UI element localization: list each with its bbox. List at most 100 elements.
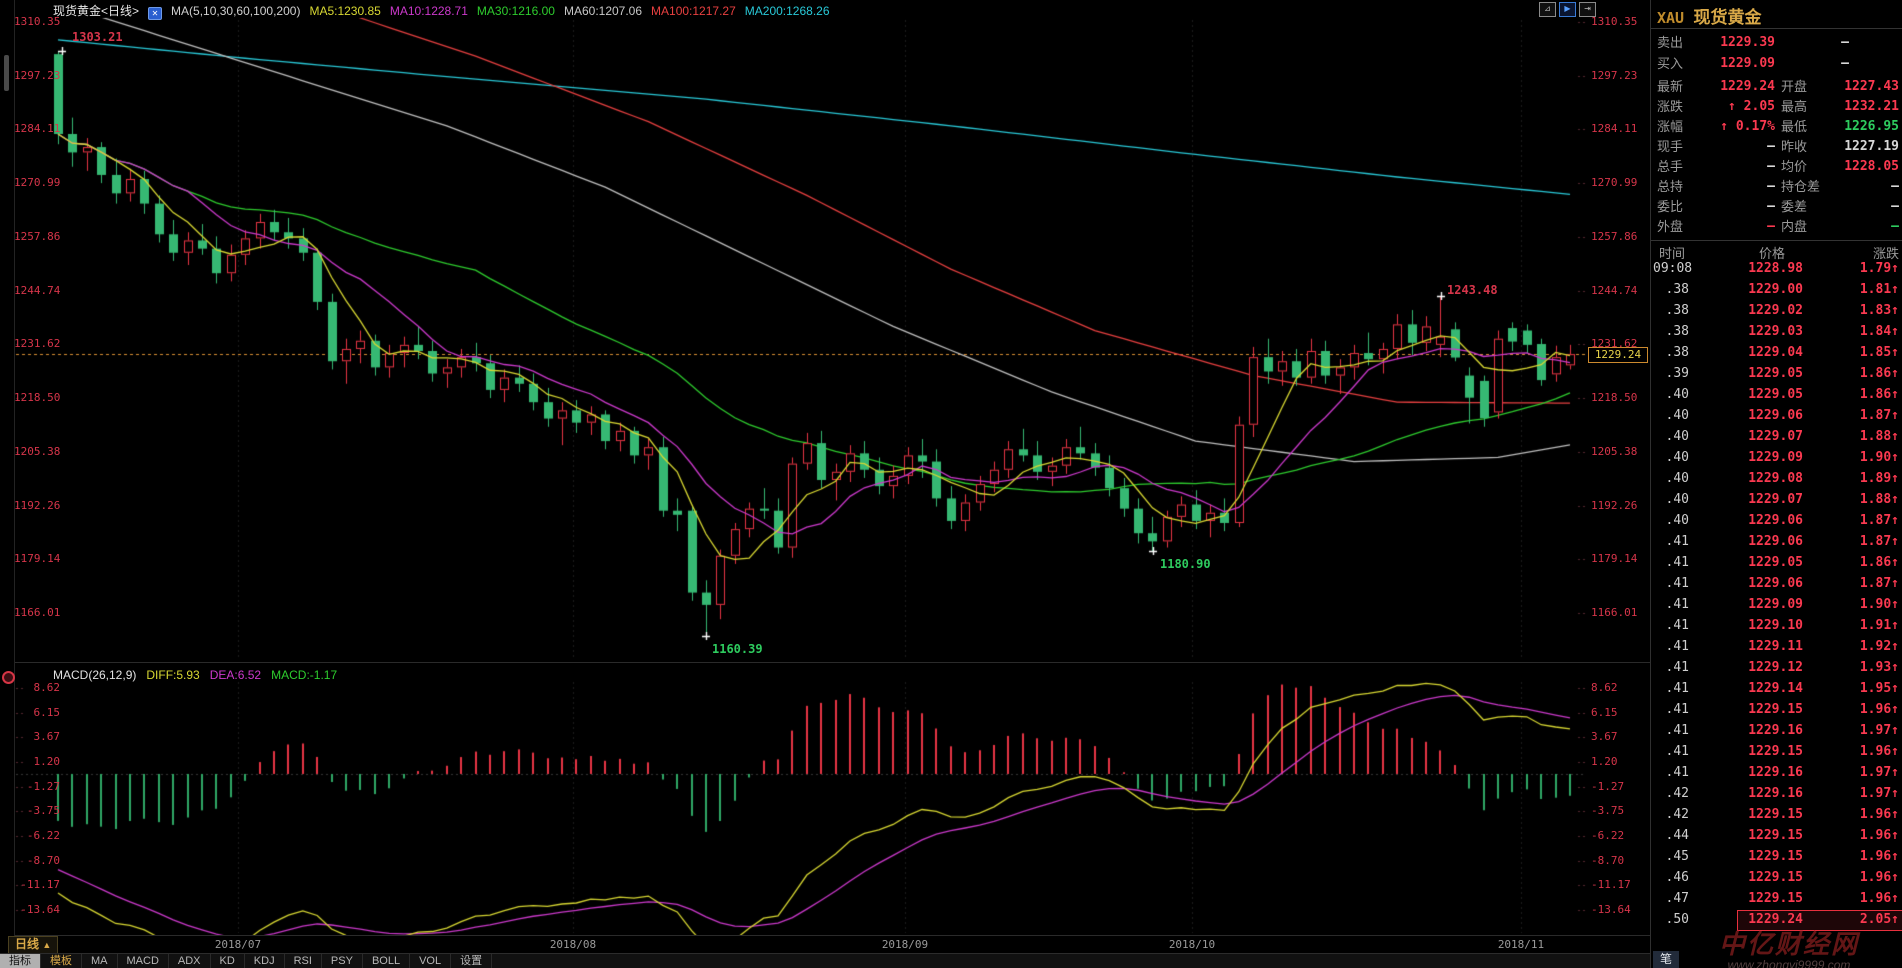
quote-label: 昨收 [1781,136,1807,157]
tick-row[interactable]: .421229.161.97↑ [1651,783,1902,804]
quote-row: 总手—均价1228.05 [1651,156,1902,177]
macd-axis-label: 3.67 [14,730,60,743]
tick-row[interactable]: .401229.051.86↑ [1651,384,1902,405]
tab-5[interactable]: ADX [169,954,211,968]
tick-row[interactable]: .381229.031.84↑ [1651,321,1902,342]
y-axis-label: 1270.99 [14,176,60,189]
tab-3[interactable]: MA [82,954,118,968]
tick-price: 1229.15 [1711,846,1803,867]
tick-row[interactable]: .411229.051.86↑ [1651,552,1902,573]
tick-row[interactable]: .411229.101.91↑ [1651,615,1902,636]
y-axis-label: 1244.74 [1591,284,1647,297]
pen-tool-button[interactable]: 笔 [1653,951,1679,968]
y-axis-label: 1297.23 [14,69,60,82]
tick-row[interactable]: .411229.091.90↑ [1651,594,1902,615]
tick-row[interactable]: .411229.161.97↑ [1651,720,1902,741]
tick-row[interactable]: .401229.091.90↑ [1651,447,1902,468]
tick-row[interactable]: .501229.242.05↑ [1651,909,1902,930]
tick-time: .40 [1653,510,1689,531]
pane-divider [14,662,1650,663]
quote-label: 最低 [1781,116,1807,137]
tick-row[interactable]: .401229.061.87↑ [1651,405,1902,426]
tick-price: 1229.15 [1711,888,1803,909]
tick-price: 1229.24 [1711,909,1803,930]
tick-row[interactable]: .411229.141.95↑ [1651,678,1902,699]
vertical-scrollbar-thumb[interactable] [4,55,9,91]
tab-4[interactable]: MACD [118,954,169,968]
macd-axis-label: 1.20 [14,755,60,768]
x-axis-label: 2018/09 [873,938,937,951]
tick-row[interactable]: .411229.151.96↑ [1651,741,1902,762]
quote-label: 总手 [1657,156,1683,177]
tick-time: .41 [1653,615,1689,636]
tick-row[interactable]: .47 1229.15 1.96↑ [1651,888,1902,909]
quote-label: 外盘 [1657,216,1683,237]
tick-row[interactable]: .411229.121.93↑ [1651,657,1902,678]
tick-time: .47 [1653,888,1689,909]
tick-time: .44 [1653,825,1689,846]
quote-value: ↑ 0.17% [1703,116,1775,137]
tab-1[interactable]: 指标 [0,954,41,968]
price-annotation: 1243.48 [1447,283,1498,297]
tick-row[interactable]: .381229.021.83↑ [1651,300,1902,321]
tick-row[interactable]: .381229.001.81↑ [1651,279,1902,300]
tick-row[interactable]: .441229.151.96↑ [1651,825,1902,846]
tab-9[interactable]: PSY [322,954,363,968]
macd-axis-label: 6.15 [14,706,60,719]
macd-axis-label: -3.75 [1591,804,1647,817]
tick-row[interactable]: 09:081228.981.79↑ [1651,258,1902,279]
y-axis-label: 1270.99 [1591,176,1647,189]
x-axis-label: 2018/10 [1160,938,1224,951]
tick-price: 1229.16 [1711,762,1803,783]
tick-change: 1.97↑ [1819,720,1899,741]
tick-row[interactable]: .391229.051.86↑ [1651,363,1902,384]
tick-row[interactable]: .401229.071.88↑ [1651,426,1902,447]
tab-7[interactable]: KDJ [245,954,285,968]
period-selector-button[interactable]: 日线 ▲ [8,936,58,954]
tab-12[interactable]: 设置 [451,954,492,968]
tick-row[interactable]: .411229.061.87↑ [1651,573,1902,594]
tick-row[interactable]: .401229.061.87↑ [1651,510,1902,531]
tab-6[interactable]: KD [211,954,245,968]
tick-change: 1.87↑ [1819,405,1899,426]
tick-row[interactable]: .461229.151.96↑ [1651,867,1902,888]
tab-8[interactable]: RSI [285,954,322,968]
tick-change: 1.97↑ [1819,783,1899,804]
tick-change: 1.96↑ [1819,741,1899,762]
tick-price: 1229.04 [1711,342,1803,363]
tick-time: .42 [1653,804,1689,825]
ma200-value: MA200:1268.26 [745,4,830,18]
indicator-settings-icon[interactable]: ✕ [148,7,162,20]
symbol-code: XAU [1657,9,1684,27]
tick-row[interactable]: .411229.161.97↑ [1651,762,1902,783]
macd-indicator-icon[interactable] [2,671,15,684]
tick-price: 1229.15 [1711,804,1803,825]
quote-row: 涨跌↑ 2.05最高1232.21 [1651,96,1902,117]
quote-label: 最新 [1657,76,1683,97]
period-label: 日线 [15,937,39,951]
tick-row[interactable]: .411229.061.87↑ [1651,531,1902,552]
quote-row: 涨幅↑ 0.17%最低1226.95 [1651,116,1902,137]
tick-row[interactable]: .401229.071.88↑ [1651,489,1902,510]
tab-2[interactable]: 模板 [41,954,82,968]
quote-row: 买入1229.09— [1651,53,1902,74]
tab-10[interactable]: BOLL [363,954,410,968]
tab-11[interactable]: VOL [410,954,451,968]
tick-change: 1.96↑ [1819,699,1899,720]
x-axis-label: 2018/08 [541,938,605,951]
tick-row[interactable]: .411229.111.92↑ [1651,636,1902,657]
tick-change: 1.86↑ [1819,552,1899,573]
y-axis-label: 1179.14 [14,552,60,565]
tick-row[interactable]: .421229.151.96↑ [1651,804,1902,825]
chart-axis-icon[interactable]: ⊿ [1539,2,1556,17]
chart-play-icon[interactable]: ▶ [1559,2,1576,17]
tick-row[interactable]: .401229.081.89↑ [1651,468,1902,489]
tick-change: 1.96↑ [1819,888,1899,909]
tick-row[interactable]: .411229.151.96↑ [1651,699,1902,720]
chart-exit-icon[interactable]: ⇥ [1579,2,1596,17]
quote-row: 外盘—内盘— [1651,216,1902,237]
tick-row[interactable]: .381229.041.85↑ [1651,342,1902,363]
tick-time: .41 [1653,552,1689,573]
candlestick-chart-canvas[interactable] [0,0,1902,968]
tick-row[interactable]: .451229.151.96↑ [1651,846,1902,867]
